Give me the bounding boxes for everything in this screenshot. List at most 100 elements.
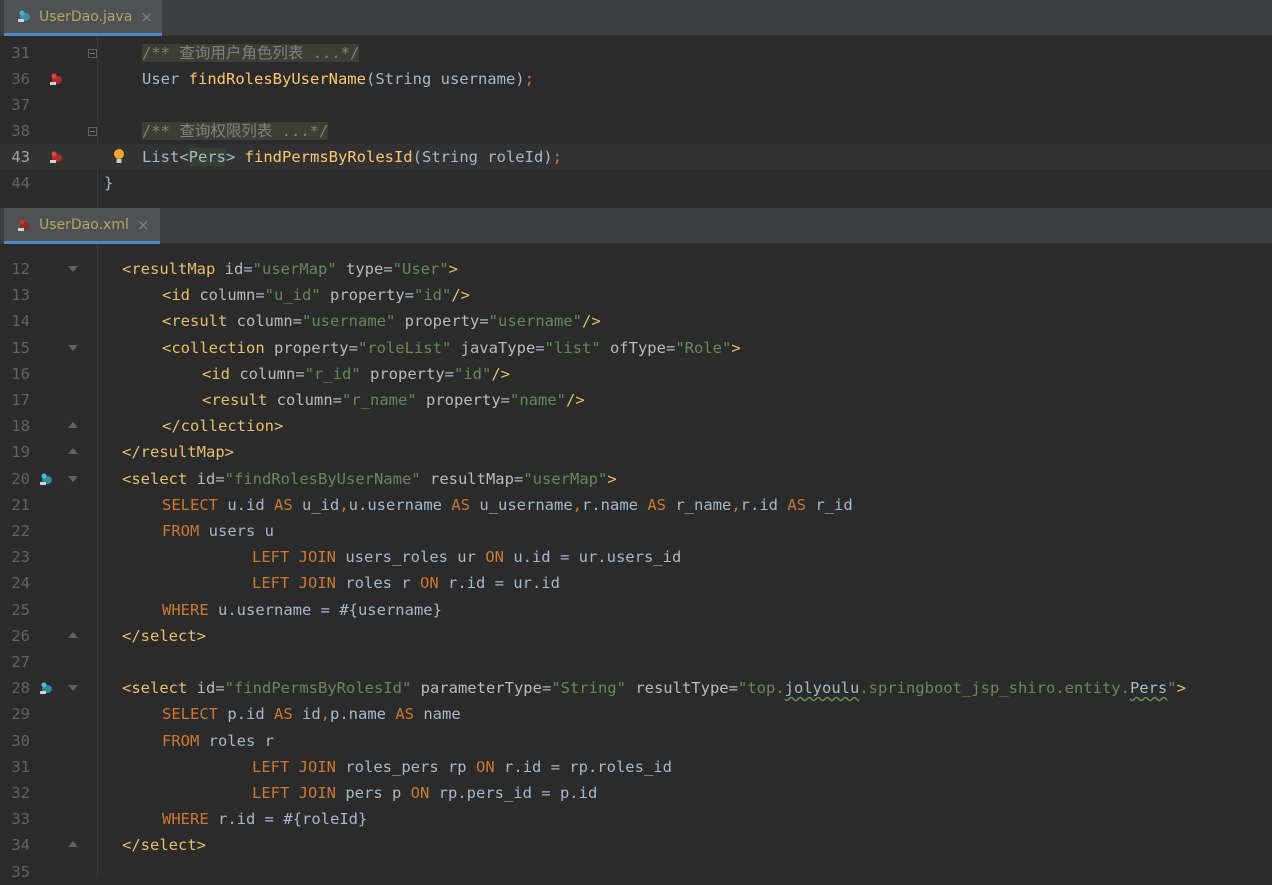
java-editor[interactable]: 31 /** 查询用户角色列表 ...*/ 36 User findRolesByUs… <box>0 36 1272 208</box>
code-token: = <box>243 260 253 278</box>
code-line[interactable]: 16 <id column="r_id" property="id"/> <box>0 361 1272 387</box>
code-token: "findPermsByRolesId" <box>224 679 421 698</box>
code-line[interactable]: 31 LEFT JOIN roles_pers rp ON r.id = rp.r… <box>0 754 1272 780</box>
code-line[interactable]: 22 FROM users u <box>0 518 1272 544</box>
code-token: type <box>346 260 384 278</box>
fold-toggle-icon[interactable] <box>68 266 78 272</box>
code-token: = <box>292 312 302 331</box>
code-token: rp.pers_id = p.id <box>438 784 598 802</box>
code-token: column <box>236 312 293 331</box>
code-token: <select <box>122 469 197 488</box>
implementation-marker-icon[interactable] <box>38 471 56 487</box>
code-line[interactable]: 24 LEFT JOIN roles r ON r.id = ur.id <box>0 570 1272 596</box>
line-number: 38 <box>11 122 30 140</box>
fold-toggle-icon[interactable] <box>68 344 78 351</box>
code-token: " <box>1167 679 1177 698</box>
tab-userdao-xml[interactable]: UserDao.xml × <box>4 208 160 244</box>
code-text: SELECT u.id AS u_id,u.username AS u_user… <box>162 492 853 518</box>
code-line[interactable]: 37 <box>0 92 1272 118</box>
code-token: > <box>607 469 617 488</box>
code-token: ON <box>485 548 514 567</box>
code-token: = <box>479 312 489 331</box>
line-number: 30 <box>11 731 30 750</box>
code-token: } <box>104 174 114 192</box>
line-number: 13 <box>11 286 30 305</box>
line-number: 29 <box>11 705 30 724</box>
code-token: , <box>731 495 741 514</box>
code-token: "roleList" <box>357 338 461 357</box>
fold-toggle-icon[interactable] <box>68 448 78 455</box>
fold-toggle-icon[interactable] <box>68 475 78 482</box>
code-line[interactable]: 25 WHERE u.username = #{username} <box>0 597 1272 623</box>
code-token: <id <box>162 286 200 305</box>
code-line[interactable]: 29 SELECT p.id AS id,p.name AS name <box>0 701 1272 727</box>
code-line[interactable]: 23 LEFT JOIN users_roles ur ON u.id = ur.… <box>0 544 1272 570</box>
code-line[interactable]: 12 <resultMap id="userMap" type="User"> <box>0 256 1272 282</box>
code-text: <result column="r_name" property="name"/… <box>202 387 585 413</box>
code-line[interactable]: 44} <box>0 170 1272 196</box>
code-line[interactable]: 31 /** 查询用户角色列表 ...*/ <box>0 40 1272 66</box>
code-token: = <box>383 260 393 278</box>
code-text: </resultMap> <box>122 439 234 465</box>
code-line[interactable]: 28 <select id="findPermsByRolesId" parame… <box>0 675 1272 701</box>
fold-toggle-icon[interactable] <box>68 631 78 638</box>
fold-toggle-icon[interactable] <box>88 49 97 58</box>
code-token: > <box>226 148 245 166</box>
code-line[interactable]: 14 <result column="username" property="us… <box>0 308 1272 334</box>
code-line[interactable]: 30 FROM roles r <box>0 728 1272 754</box>
code-text: </select> <box>122 623 206 649</box>
code-token: property <box>330 286 405 305</box>
fold-toggle-icon[interactable] <box>68 685 78 692</box>
code-token: LEFT JOIN <box>252 574 346 593</box>
code-line[interactable]: 21 SELECT u.id AS u_id,u.username AS u_us… <box>0 492 1272 518</box>
code-text: <id column="u_id" property="id"/> <box>162 282 470 308</box>
close-icon[interactable]: × <box>140 8 153 26</box>
code-token: roles_pers rp <box>345 757 476 776</box>
code-text: <select id="findRolesByUserName" resultM… <box>122 466 617 492</box>
code-line[interactable]: 27 <box>0 649 1272 675</box>
implementation-marker-icon[interactable] <box>48 71 66 87</box>
fold-toggle-icon[interactable] <box>68 841 78 848</box>
code-token: AS <box>451 495 480 514</box>
code-line[interactable]: 32 LEFT JOIN pers p ON rp.pers_id = p.id <box>0 780 1272 806</box>
code-line[interactable]: 36 User findRolesByUserName(String userna… <box>0 66 1272 92</box>
code-token: "userMap" <box>252 260 346 278</box>
code-text: LEFT JOIN roles r ON r.id = ur.id <box>252 570 560 596</box>
code-token: column <box>199 286 256 305</box>
fold-toggle-icon[interactable] <box>88 127 97 136</box>
code-token: = <box>332 391 342 409</box>
code-token: = <box>728 679 738 698</box>
implementation-marker-icon[interactable] <box>38 680 56 696</box>
lightbulb-icon[interactable] <box>112 148 126 166</box>
code-line[interactable]: 17 <result column="r_name" property="name… <box>0 387 1272 413</box>
code-line[interactable]: 35 <box>0 859 1272 885</box>
line-number: 34 <box>11 836 30 855</box>
tab-userdao-java[interactable]: UserDao.java × <box>4 0 162 36</box>
code-line[interactable]: 26 </select> <box>0 623 1272 649</box>
code-line[interactable]: 15 <collection property="roleList" javaTy… <box>0 335 1272 361</box>
line-number: 20 <box>11 469 30 488</box>
code-line[interactable]: 38 /** 查询权限列表 ...*/ <box>0 118 1272 144</box>
xml-editor[interactable]: 12 <resultMap id="userMap" type="User"> 13… <box>0 244 1272 881</box>
xml-tab-bar: UserDao.xml × <box>0 208 1272 244</box>
code-text: LEFT JOIN users_roles ur ON u.id = ur.us… <box>252 544 681 570</box>
code-token: SELECT <box>162 495 228 514</box>
code-line[interactable]: 34 </select> <box>0 832 1272 858</box>
code-line[interactable]: 20 <select id="findRolesByUserName" resul… <box>0 466 1272 492</box>
code-token: property <box>426 391 501 409</box>
line-number: 32 <box>11 784 30 802</box>
code-token: parameterType <box>420 679 542 698</box>
code-line[interactable]: 13 <id column="u_id" property="id"/> <box>0 282 1272 308</box>
code-line[interactable]: 18 </collection> <box>0 413 1272 439</box>
implementation-marker-icon[interactable] <box>48 149 66 165</box>
close-icon[interactable]: × <box>137 216 150 234</box>
fold-toggle-icon[interactable] <box>68 422 78 429</box>
code-token: "top. <box>737 679 785 698</box>
code-line[interactable]: 43 List<Pers> findPermsByRolesId(String r… <box>0 144 1272 170</box>
code-token: = <box>513 469 524 488</box>
code-token: WHERE <box>162 810 218 829</box>
line-number: 14 <box>11 312 30 331</box>
code-token: /> <box>566 391 585 409</box>
code-line[interactable]: 33 WHERE r.id = #{roleId} <box>0 806 1272 832</box>
code-line[interactable]: 19 </resultMap> <box>0 439 1272 465</box>
